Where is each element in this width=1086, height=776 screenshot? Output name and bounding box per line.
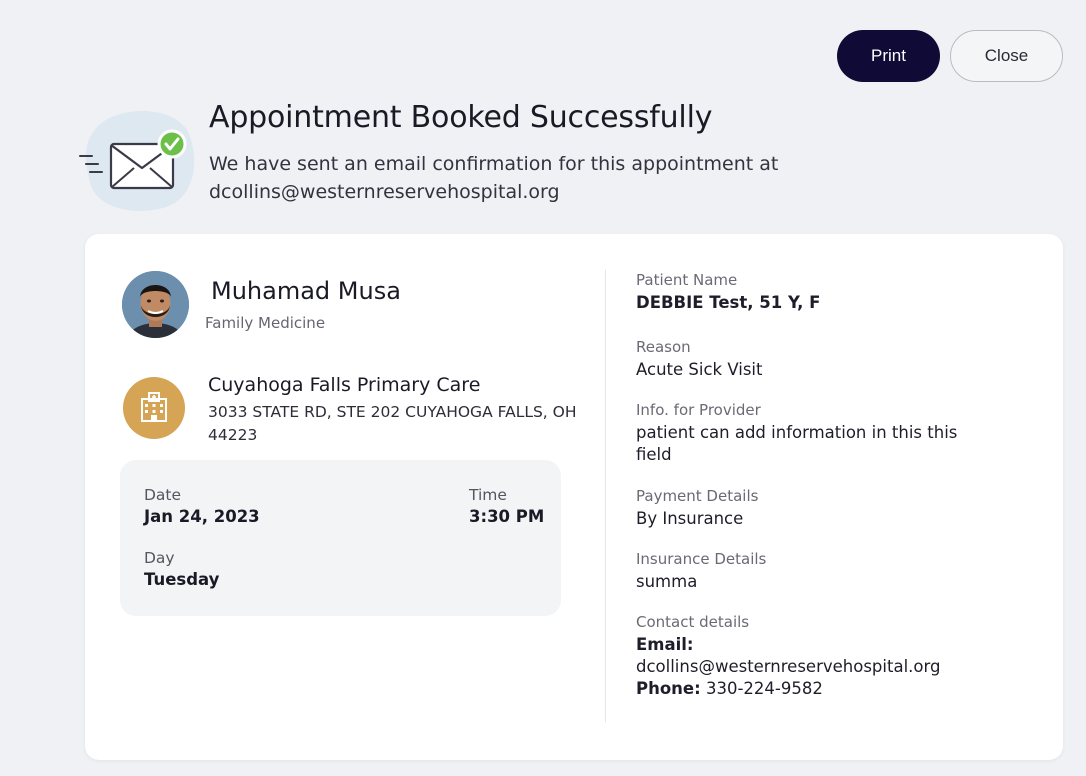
facility-address: 3033 STATE RD, STE 202 CUYAHOGA FALLS, O… xyxy=(208,403,577,444)
time-label: Time xyxy=(469,486,507,504)
contact-details-label: Contact details xyxy=(636,613,750,631)
confirmation-title: Appointment Booked Successfully xyxy=(209,100,713,135)
payment-details-label: Payment Details xyxy=(636,487,759,505)
close-button[interactable]: Close xyxy=(950,30,1063,82)
day-value: Tuesday xyxy=(144,570,220,589)
provider-specialty: Family Medicine xyxy=(205,314,326,332)
patient-name-value: DEBBIE Test, 51 Y, F xyxy=(636,293,821,312)
contact-email-value: dcollins@westernreservehospital.org xyxy=(636,657,941,676)
column-divider xyxy=(605,270,606,722)
contact-phone-label: Phone: xyxy=(636,679,701,698)
insurance-details-label: Insurance Details xyxy=(636,550,767,568)
reason-label: Reason xyxy=(636,338,691,356)
email-sent-check-icon xyxy=(79,110,195,211)
day-label: Day xyxy=(144,549,175,567)
provider-avatar xyxy=(122,271,189,338)
time-value: 3:30 PM xyxy=(469,507,545,526)
confirmation-message: We have sent an email confirmation for t… xyxy=(209,153,779,203)
date-label: Date xyxy=(144,486,182,504)
facility-name: Cuyahoga Falls Primary Care xyxy=(208,374,481,396)
provider-info-label: Info. for Provider xyxy=(636,401,761,419)
appointment-details-card: Muhamad Musa Family Medicine Cuyahoga Fa… xyxy=(85,234,1063,760)
reason-value: Acute Sick Visit xyxy=(636,360,763,379)
provider-info-value: patient can add information in this this… xyxy=(636,423,958,464)
appointment-datetime-panel: Date Jan 24, 2023 Time 3:30 PM Day Tuesd… xyxy=(120,460,561,616)
print-button[interactable]: Print xyxy=(837,30,940,82)
contact-email-label: Email: xyxy=(636,635,694,654)
contact-phone-row: Phone: 330-224-9582 xyxy=(636,679,823,698)
insurance-details-value: summa xyxy=(636,572,698,591)
payment-details-value: By Insurance xyxy=(636,509,744,528)
provider-name: Muhamad Musa xyxy=(211,277,401,305)
patient-name-label: Patient Name xyxy=(636,271,738,289)
contact-phone-value: 330-224-9582 xyxy=(705,679,823,698)
date-value: Jan 24, 2023 xyxy=(144,507,260,526)
appointment-confirmation-page: Print Close Appointment Booked Successfu… xyxy=(0,0,1086,776)
hospital-building-icon xyxy=(123,377,185,439)
